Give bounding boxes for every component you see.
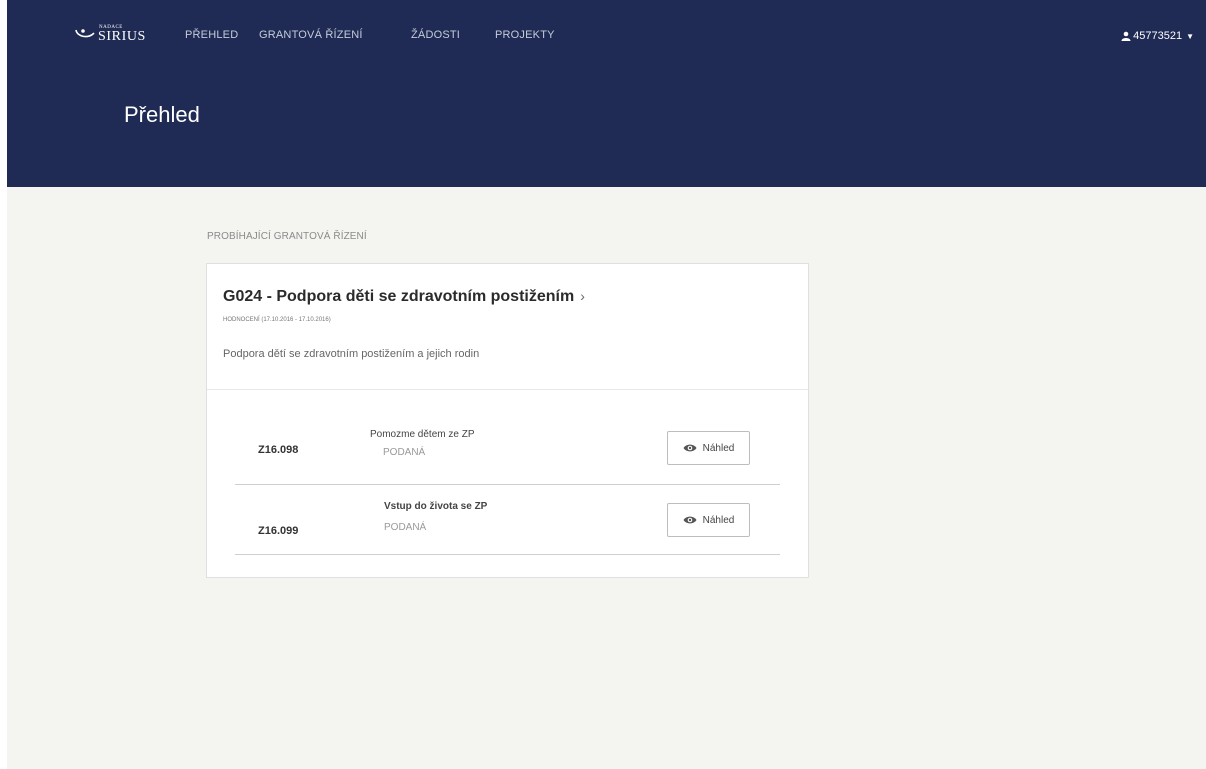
application-status: PODANÁ <box>383 447 426 458</box>
logo[interactable]: NADACE SIRIUS <box>74 25 146 43</box>
application-code: Z16.098 <box>258 444 299 456</box>
application-name: Pomozme dětem ze ZP <box>370 429 475 440</box>
caret-down-icon: ▼ <box>1186 31 1194 41</box>
user-menu[interactable]: 45773521 ▼ <box>1121 30 1194 42</box>
preview-button[interactable]: Náhled <box>667 503 750 537</box>
preview-button-label: Náhled <box>702 442 735 454</box>
nav-item-grantova-rizeni[interactable]: GRANTOVÁ ŘÍZENÍ <box>259 29 363 41</box>
preview-button-label: Náhled <box>702 514 735 526</box>
application-status: PODANÁ <box>384 522 427 533</box>
section-label: PROBÍHAJÍCÍ GRANTOVÁ ŘÍZENÍ <box>207 231 367 242</box>
application-code: Z16.099 <box>258 525 299 537</box>
nav-item-projekty[interactable]: PROJEKTY <box>495 29 555 41</box>
eye-icon <box>683 444 697 452</box>
chevron-right-icon: › <box>580 288 585 304</box>
logo-mark-icon <box>75 29 95 38</box>
page-title: Přehled <box>124 102 200 127</box>
top-nav: NADACE SIRIUS PŘEHLED GRANTOVÁ ŘÍZENÍ ŽÁ… <box>7 0 1206 43</box>
grant-title: G024 - Podpora děti se zdravotním postiž… <box>223 288 575 305</box>
header: NADACE SIRIUS PŘEHLED GRANTOVÁ ŘÍZENÍ ŽÁ… <box>7 0 1206 187</box>
logo-name: SIRIUS <box>98 28 146 44</box>
nav-item-zadosti[interactable]: ŽÁDOSTI <box>411 29 460 41</box>
grant-card-header: G024 - Podpora děti se zdravotním postiž… <box>207 264 808 390</box>
grant-title-link[interactable]: G024 - Podpora děti se zdravotním postiž… <box>223 288 585 306</box>
user-icon <box>1121 31 1131 41</box>
grant-description: Podpora dětí se zdravotním postižením a … <box>223 348 480 360</box>
preview-button[interactable]: Náhled <box>667 431 750 465</box>
user-id: 45773521 <box>1133 30 1183 42</box>
application-row: Z16.098 Pomozme dětem ze ZP PODANÁ Náhle… <box>235 414 780 485</box>
nav-item-prehled[interactable]: PŘEHLED <box>185 29 238 41</box>
grant-phase: HODNOCENÍ (17.10.2016 - 17.10.2016) <box>223 317 331 323</box>
app-frame: NADACE SIRIUS PŘEHLED GRANTOVÁ ŘÍZENÍ ŽÁ… <box>7 0 1206 769</box>
application-row: Z16.099 Vstup do života se ZP PODANÁ Náh… <box>235 484 780 555</box>
application-name: Vstup do života se ZP <box>384 501 488 512</box>
eye-icon <box>683 516 697 524</box>
grant-card: G024 - Podpora děti se zdravotním postiž… <box>206 263 809 578</box>
